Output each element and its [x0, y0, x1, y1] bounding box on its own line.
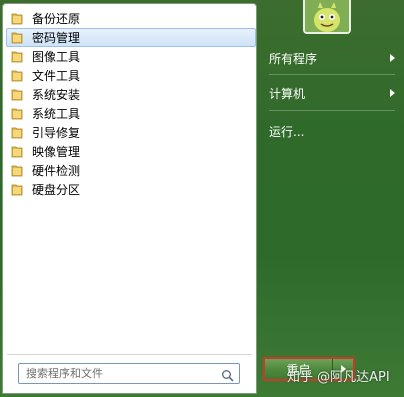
program-item-label: 图像工具 — [32, 50, 81, 64]
folder-icon — [11, 126, 23, 139]
program-item-label: 硬件检测 — [32, 164, 81, 178]
program-item[interactable]: 图像工具 — [6, 47, 256, 66]
start-menu: 备份还原 密码管理 图像工具 文件工具 系统安装 系统工具 引导修复 映像管理 … — [0, 0, 404, 397]
separator — [269, 74, 395, 75]
program-list: 备份还原 密码管理 图像工具 文件工具 系统安装 系统工具 引导修复 映像管理 … — [6, 9, 256, 199]
program-item-label: 密码管理 — [32, 31, 81, 45]
program-item-label: 引导修复 — [32, 126, 81, 140]
program-item[interactable]: 密码管理 — [6, 28, 256, 47]
folder-icon — [11, 12, 23, 25]
program-item[interactable]: 文件工具 — [6, 66, 256, 85]
folder-icon — [11, 183, 23, 196]
program-item-label: 系统安装 — [32, 88, 81, 102]
folder-icon — [11, 145, 23, 158]
folder-icon — [11, 164, 23, 177]
folder-icon — [11, 50, 23, 63]
program-item-label: 备份还原 — [32, 12, 81, 26]
program-item[interactable]: 硬件检测 — [6, 161, 256, 180]
folder-icon — [11, 69, 23, 82]
folder-icon — [11, 107, 23, 120]
run-item[interactable]: 运行... — [269, 121, 395, 141]
program-item-label: 系统工具 — [32, 107, 81, 121]
program-item[interactable]: 引导修复 — [6, 123, 256, 142]
program-item[interactable]: 系统安装 — [6, 85, 256, 104]
search-input[interactable] — [19, 365, 216, 382]
avatar[interactable] — [303, 0, 351, 34]
program-item-label: 文件工具 — [32, 69, 81, 83]
chevron-right-icon — [390, 89, 395, 97]
chevron-right-icon — [390, 54, 395, 62]
search-icon[interactable] — [221, 367, 234, 382]
watermark: 知乎 @阿凡达API — [287, 370, 390, 385]
computer-item[interactable]: 计算机 — [269, 83, 395, 103]
search-box[interactable] — [18, 363, 240, 384]
all-programs-item[interactable]: 所有程序 — [269, 48, 395, 68]
program-item-label: 硬盘分区 — [32, 183, 81, 197]
program-item[interactable]: 硬盘分区 — [6, 180, 256, 199]
folder-icon — [11, 31, 23, 44]
computer-label: 计算机 — [269, 86, 306, 101]
separator — [269, 110, 395, 111]
folder-icon — [11, 88, 23, 101]
programs-panel: 备份还原 密码管理 图像工具 文件工具 系统安装 系统工具 引导修复 映像管理 … — [2, 3, 257, 394]
separator — [7, 354, 252, 355]
all-programs-label: 所有程序 — [269, 51, 318, 66]
right-panel: 所有程序 计算机 运行... — [257, 0, 404, 397]
program-item[interactable]: 映像管理 — [6, 142, 256, 161]
program-item-label: 映像管理 — [32, 145, 81, 159]
program-item[interactable]: 系统工具 — [6, 104, 256, 123]
run-label: 运行... — [269, 124, 305, 139]
program-item[interactable]: 备份还原 — [6, 9, 256, 28]
